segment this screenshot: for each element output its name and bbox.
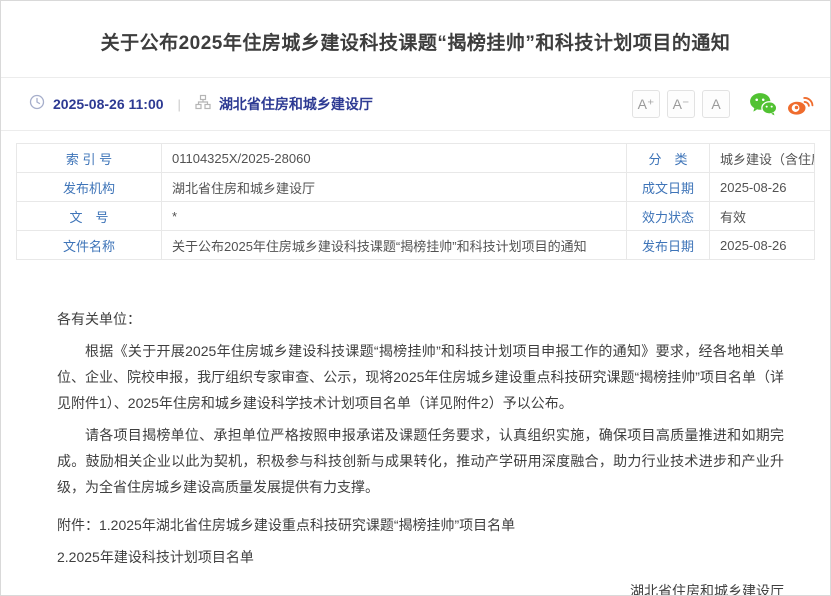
value-validity-status: 有效 — [710, 202, 815, 231]
label-written-date: 成文日期 — [627, 173, 710, 202]
label-publish-date: 发布日期 — [627, 231, 710, 260]
meta-left: 2025-08-26 11:00 | 湖北省住房和城乡建设厅 — [29, 94, 373, 115]
font-larger-button[interactable]: A⁺ — [632, 90, 660, 118]
table-row: 文 号 * 效力状态 有效 — [17, 202, 815, 231]
publish-datetime: 2025-08-26 11:00 — [53, 96, 164, 112]
share-icons — [749, 92, 814, 116]
meta-bar: 2025-08-26 11:00 | 湖北省住房和城乡建设厅 A⁺ A⁻ A — [1, 78, 830, 131]
value-document-number: * — [162, 202, 627, 231]
info-table-wrap: 索 引 号 01104325X/2025-28060 分 类 城乡建设（含住房）… — [1, 131, 830, 260]
clock-icon — [29, 94, 45, 115]
weibo-share-icon[interactable] — [786, 92, 814, 116]
attachment-2: 2.2025年建设科技计划项目名单 — [57, 544, 784, 570]
value-publish-date: 2025-08-26 — [710, 231, 815, 260]
source-link[interactable]: 湖北省住房和城乡建设厅 — [219, 94, 373, 114]
font-reset-button[interactable]: A — [702, 90, 730, 118]
paragraph-1: 根据《关于开展2025年住房城乡建设科技课题“揭榜挂帅”和科技计划项目申报工作的… — [57, 338, 784, 416]
label-index-number: 索 引 号 — [17, 144, 162, 173]
label-validity-status: 效力状态 — [627, 202, 710, 231]
label-issuing-agency: 发布机构 — [17, 173, 162, 202]
value-index-number: 01104325X/2025-28060 — [162, 144, 627, 173]
label-category: 分 类 — [627, 144, 710, 173]
attachment-1: 附件：1.2025年湖北省住房城乡建设重点科技研究课题“揭榜挂帅”项目名单 — [57, 512, 784, 538]
meta-right: A⁺ A⁻ A — [632, 90, 814, 118]
info-table: 索 引 号 01104325X/2025-28060 分 类 城乡建设（含住房）… — [16, 143, 815, 260]
source-site-icon — [195, 94, 211, 115]
label-document-name: 文件名称 — [17, 231, 162, 260]
title-section: 关于公布2025年住房城乡建设科技课题“揭榜挂帅”和科技计划项目的通知 — [1, 1, 830, 78]
value-document-name: 关于公布2025年住房城乡建设科技课题“揭榜挂帅”和科技计划项目的通知 — [162, 231, 627, 260]
page-title: 关于公布2025年住房城乡建设科技课题“揭榜挂帅”和科技计划项目的通知 — [61, 28, 770, 55]
wechat-share-icon[interactable] — [749, 92, 777, 116]
font-smaller-button[interactable]: A⁻ — [667, 90, 695, 118]
table-row: 文件名称 关于公布2025年住房城乡建设科技课题“揭榜挂帅”和科技计划项目的通知… — [17, 231, 815, 260]
salutation: 各有关单位： — [57, 306, 784, 332]
value-written-date: 2025-08-26 — [710, 173, 815, 202]
paragraph-2: 请各项目揭榜单位、承担单位严格按照申报承诺及课题任务要求，认真组织实施，确保项目… — [57, 422, 784, 500]
document-body: 各有关单位： 根据《关于开展2025年住房城乡建设科技课题“揭榜挂帅”和科技计划… — [1, 260, 830, 596]
table-row: 发布机构 湖北省住房和城乡建设厅 成文日期 2025-08-26 — [17, 173, 815, 202]
signature-organization: 湖北省住房和城乡建设厅 — [57, 578, 784, 596]
value-issuing-agency: 湖北省住房和城乡建设厅 — [162, 173, 627, 202]
meta-divider: | — [178, 97, 181, 112]
document-page: 关于公布2025年住房城乡建设科技课题“揭榜挂帅”和科技计划项目的通知 2025… — [0, 0, 831, 596]
table-row: 索 引 号 01104325X/2025-28060 分 类 城乡建设（含住房） — [17, 144, 815, 173]
value-category: 城乡建设（含住房） — [710, 144, 815, 173]
label-document-number: 文 号 — [17, 202, 162, 231]
